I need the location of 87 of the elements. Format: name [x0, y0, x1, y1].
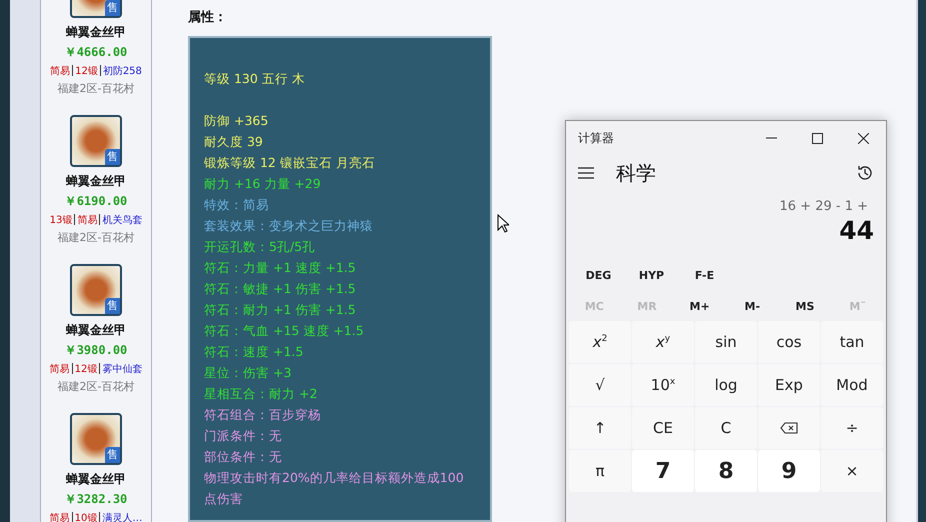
item-tag: 简易 — [50, 362, 70, 376]
sale-badge: 售 — [104, 447, 120, 463]
calculator-key[interactable]: sin — [695, 321, 757, 363]
backspace-icon — [780, 422, 798, 434]
item-tag: 13锻 — [50, 213, 72, 227]
attribute-line: 星相互合：耐力 +2 — [204, 385, 318, 403]
mode-toggle[interactable]: DEG — [572, 265, 625, 286]
item-price: ￥4666.00 — [64, 44, 128, 61]
calculator-key[interactable]: 9 — [758, 450, 820, 492]
attribute-line: 耐力 +16 力量 +29 — [204, 175, 322, 193]
calculator-key[interactable]: 10$^{x}$ — [632, 364, 694, 406]
server-location: 福建2区-百花村 — [58, 81, 134, 96]
item-tag: 简易 — [50, 64, 70, 78]
item-picture[interactable]: 售 — [70, 115, 122, 167]
attribute-line: 物理攻击时有20%的几率给目标额外造成100点伤害 — [204, 469, 465, 508]
calculator-key[interactable]: ÷ — [821, 407, 883, 449]
expression-display: 16 + 29 - 1 + — [778, 198, 869, 214]
calculator-key[interactable] — [758, 407, 820, 449]
calculator-key[interactable]: ↑ — [569, 407, 631, 449]
calculator-key[interactable]: × — [821, 450, 883, 492]
attribute-line: 符石：速度 +1.5 — [204, 343, 304, 361]
close-icon — [858, 132, 868, 144]
server-location: 福建2区-百花村 — [58, 230, 134, 245]
calculator-key[interactable]: 8 — [695, 450, 757, 492]
calculator-key[interactable]: π — [569, 450, 631, 492]
attribute-line: 部位条件：无 — [204, 448, 283, 466]
attribute-line: 门派条件：无 — [204, 427, 283, 445]
window-title: 计算器 — [578, 130, 615, 146]
sale-badge: 售 — [104, 0, 120, 16]
memory-button[interactable]: M+ — [674, 298, 725, 315]
item-picture[interactable]: 售 — [70, 0, 122, 18]
item-tag: 初防258 — [102, 64, 142, 78]
calculator-key[interactable]: Mod — [821, 364, 883, 406]
item-price: ￥3282.30 — [64, 491, 128, 508]
calculator-key[interactable]: cos — [758, 321, 820, 363]
mode-toggle[interactable]: F-E — [678, 265, 731, 286]
calculator-key[interactable]: √ — [569, 364, 631, 406]
calculator-key[interactable]: C — [695, 407, 757, 449]
item-tag: 12锻 — [75, 64, 98, 78]
minimize-icon — [766, 137, 776, 139]
attribute-line: 锻炼等级 12 镶嵌宝石 月亮石 — [204, 154, 376, 172]
sale-badge: 售 — [104, 149, 120, 165]
item-name[interactable]: 蝉翼金丝甲 — [66, 471, 126, 488]
attribute-line: 等级 130 五行 木 — [204, 70, 306, 88]
attribute-line: 符石组合：百步穿杨 — [204, 406, 322, 424]
attribute-line: 符石：耐力 +1 伤害 +1.5 — [204, 301, 357, 319]
maximize-icon — [812, 132, 822, 144]
item-tag: 简易 — [77, 213, 98, 227]
attribute-line: 符石：敏捷 +1 伤害 +1.5 — [204, 280, 357, 298]
item-picture[interactable]: 售 — [70, 413, 122, 465]
item-price: ￥3980.00 — [64, 342, 128, 359]
calculator-key[interactable]: CE — [632, 407, 694, 449]
item-name[interactable]: 蝉翼金丝甲 — [66, 24, 126, 41]
calculator-key[interactable]: log — [695, 364, 757, 406]
attribute-line: 符石：气血 +15 速度 +1.5 — [204, 322, 365, 340]
item-picture[interactable]: 售 — [70, 264, 122, 316]
item-price: ￥6190.00 — [64, 193, 128, 210]
memory-button[interactable]: MS — [780, 298, 830, 315]
result-display: 44 — [838, 215, 875, 245]
server-location: 福建2区-百花村 — [58, 379, 134, 394]
mouse-cursor-icon — [497, 214, 509, 233]
history-button[interactable] — [856, 164, 874, 182]
calculator-mode: 科学 — [616, 160, 657, 186]
item-tag: 12锻 — [74, 362, 98, 376]
calculator-key[interactable]: x$^{y}$ — [632, 321, 694, 363]
calculator-key[interactable]: Exp — [758, 364, 820, 406]
calculator-key[interactable]: 7 — [632, 450, 694, 492]
sale-badge: 售 — [104, 298, 120, 314]
attribute-line: 耐久度 39 — [204, 133, 264, 151]
calculator-key[interactable]: tan — [821, 321, 883, 363]
attribute-line: 开运孔数：5孔/5孔 — [204, 238, 316, 256]
item-tag: 雾中仙套 — [102, 362, 142, 376]
menu-button[interactable] — [578, 167, 594, 179]
section-heading: 属性： — [188, 9, 228, 26]
attribute-line: 特效：简易 — [204, 196, 270, 214]
calculator-key[interactable]: x$^{2}$ — [569, 321, 631, 363]
memory-button[interactable]: M- — [727, 298, 778, 315]
item-name[interactable]: 蝉翼金丝甲 — [66, 173, 126, 190]
attribute-line: 星位：伤害 +3 — [204, 364, 292, 382]
mode-toggle[interactable]: HYP — [625, 265, 678, 286]
item-tag: 简易 — [50, 511, 70, 522]
attribute-line: 防御 +365 — [204, 112, 270, 130]
attribute-line: 套装效果：变身术之巨力神猿 — [204, 217, 374, 235]
item-tag: 机关鸟套 — [102, 213, 142, 227]
item-tag: 10锻 — [74, 511, 98, 522]
attribute-line: 符石：力量 +1 速度 +1.5 — [204, 259, 357, 277]
item-name[interactable]: 蝉翼金丝甲 — [66, 322, 126, 339]
